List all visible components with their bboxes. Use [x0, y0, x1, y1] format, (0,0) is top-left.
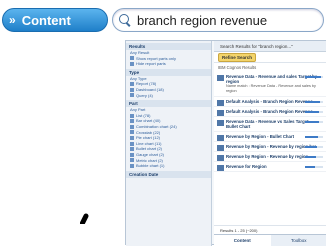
report-icon: [217, 165, 224, 171]
filter-type-icon: [130, 153, 134, 157]
filter-item-label: Hide report parts: [136, 61, 166, 67]
relevance-bar: [305, 146, 323, 148]
search-icon: [119, 14, 131, 26]
filter-section-title: Results: [126, 43, 211, 50]
filter-section-title: Type: [126, 69, 211, 76]
filter-type-icon: [130, 82, 134, 86]
pagination-label: Results 1 - 25 (~200): [220, 228, 257, 233]
results-subheader: IBM Cognos Results: [214, 63, 326, 72]
result-item[interactable]: Default Analysis - Branch Region Revenue: [214, 107, 326, 117]
filter-type-icon: [130, 62, 134, 66]
results-header-label: Search Results for "branch region...": [220, 44, 293, 49]
tab-content[interactable]: Content: [214, 235, 271, 246]
filter-type-icon: [130, 147, 134, 151]
filter-item-label: Query (4): [136, 93, 153, 99]
result-item[interactable]: Revenue by Region - Bullet Chart: [214, 132, 326, 142]
filter-section-title: Part: [126, 100, 211, 107]
filter-type-icon: [130, 93, 134, 97]
result-item[interactable]: Revenue by Region - Revenue by region ba…: [214, 142, 326, 152]
content-button-label: Content: [22, 13, 71, 28]
search-field[interactable]: branch region revenue: [112, 8, 324, 32]
filter-type-icon: [130, 164, 134, 168]
filter-type-icon: [130, 56, 134, 60]
report-icon: [217, 110, 224, 116]
results-pane: Search Results for "branch region..." Re…: [214, 41, 326, 246]
top-bar: » Content branch region revenue: [0, 0, 326, 36]
results-list: Revenue Data - Revenue and sales Target …: [214, 72, 326, 172]
relevance-bar: [305, 166, 323, 168]
filter-item-label: Bubble chart (1): [136, 163, 164, 169]
relevance-bar: [305, 101, 323, 103]
report-icon: [217, 120, 224, 126]
report-icon: [217, 100, 224, 106]
relevance-bar: [305, 136, 323, 138]
filter-item[interactable]: Bubble chart (1): [126, 163, 211, 169]
relevance-bar: [305, 121, 323, 123]
relevance-bar: [305, 156, 323, 158]
content-button[interactable]: » Content: [2, 8, 108, 32]
results-footer: Results 1 - 25 (~200): [214, 225, 326, 234]
result-item[interactable]: Revenue Data - Revenue vs Sales Target -…: [214, 117, 326, 132]
pointer-arrow-graphic: [80, 172, 126, 224]
filter-item[interactable]: Hide report parts: [126, 61, 211, 67]
report-icon: [217, 75, 224, 81]
filter-type-icon: [130, 130, 134, 134]
tab-toolbox[interactable]: Toolbox: [271, 235, 326, 246]
panel-tabs: Content Toolbox: [214, 234, 326, 246]
refine-search-button[interactable]: Refine Search: [218, 53, 256, 62]
filter-type-icon: [130, 158, 134, 162]
results-toolbar: Refine Search: [214, 52, 326, 63]
filter-type-icon: [130, 142, 134, 146]
filter-item[interactable]: Query (4): [126, 93, 211, 99]
report-icon: [217, 145, 224, 151]
chevron-double-right-icon: »: [9, 13, 16, 27]
filter-type-icon: [130, 119, 134, 123]
result-item[interactable]: Revenue Data - Revenue and sales Target …: [214, 72, 326, 97]
filter-section-title: Creation Date: [126, 171, 211, 178]
result-item[interactable]: Default Analysis - Branch Region Revenue: [214, 97, 326, 107]
result-item[interactable]: Revenue for Region: [214, 162, 326, 172]
relevance-bar: [305, 76, 323, 78]
filter-type-icon: [130, 136, 134, 140]
report-icon: [217, 155, 224, 161]
filter-type-icon: [130, 125, 134, 129]
relevance-bar: [305, 111, 323, 113]
search-input[interactable]: branch region revenue: [137, 13, 267, 28]
filter-type-icon: [130, 114, 134, 118]
result-item[interactable]: Revenue by Region - Revenue by region: [214, 152, 326, 162]
result-description: Name match : Revenue Data - Revenue and …: [226, 84, 323, 94]
results-header: Search Results for "branch region...": [214, 41, 326, 52]
search-results-panel: ResultsAny ResultShow report parts onlyH…: [125, 40, 326, 245]
filter-type-icon: [130, 88, 134, 92]
filter-sidebar: ResultsAny ResultShow report parts onlyH…: [126, 41, 212, 246]
report-icon: [217, 135, 224, 141]
